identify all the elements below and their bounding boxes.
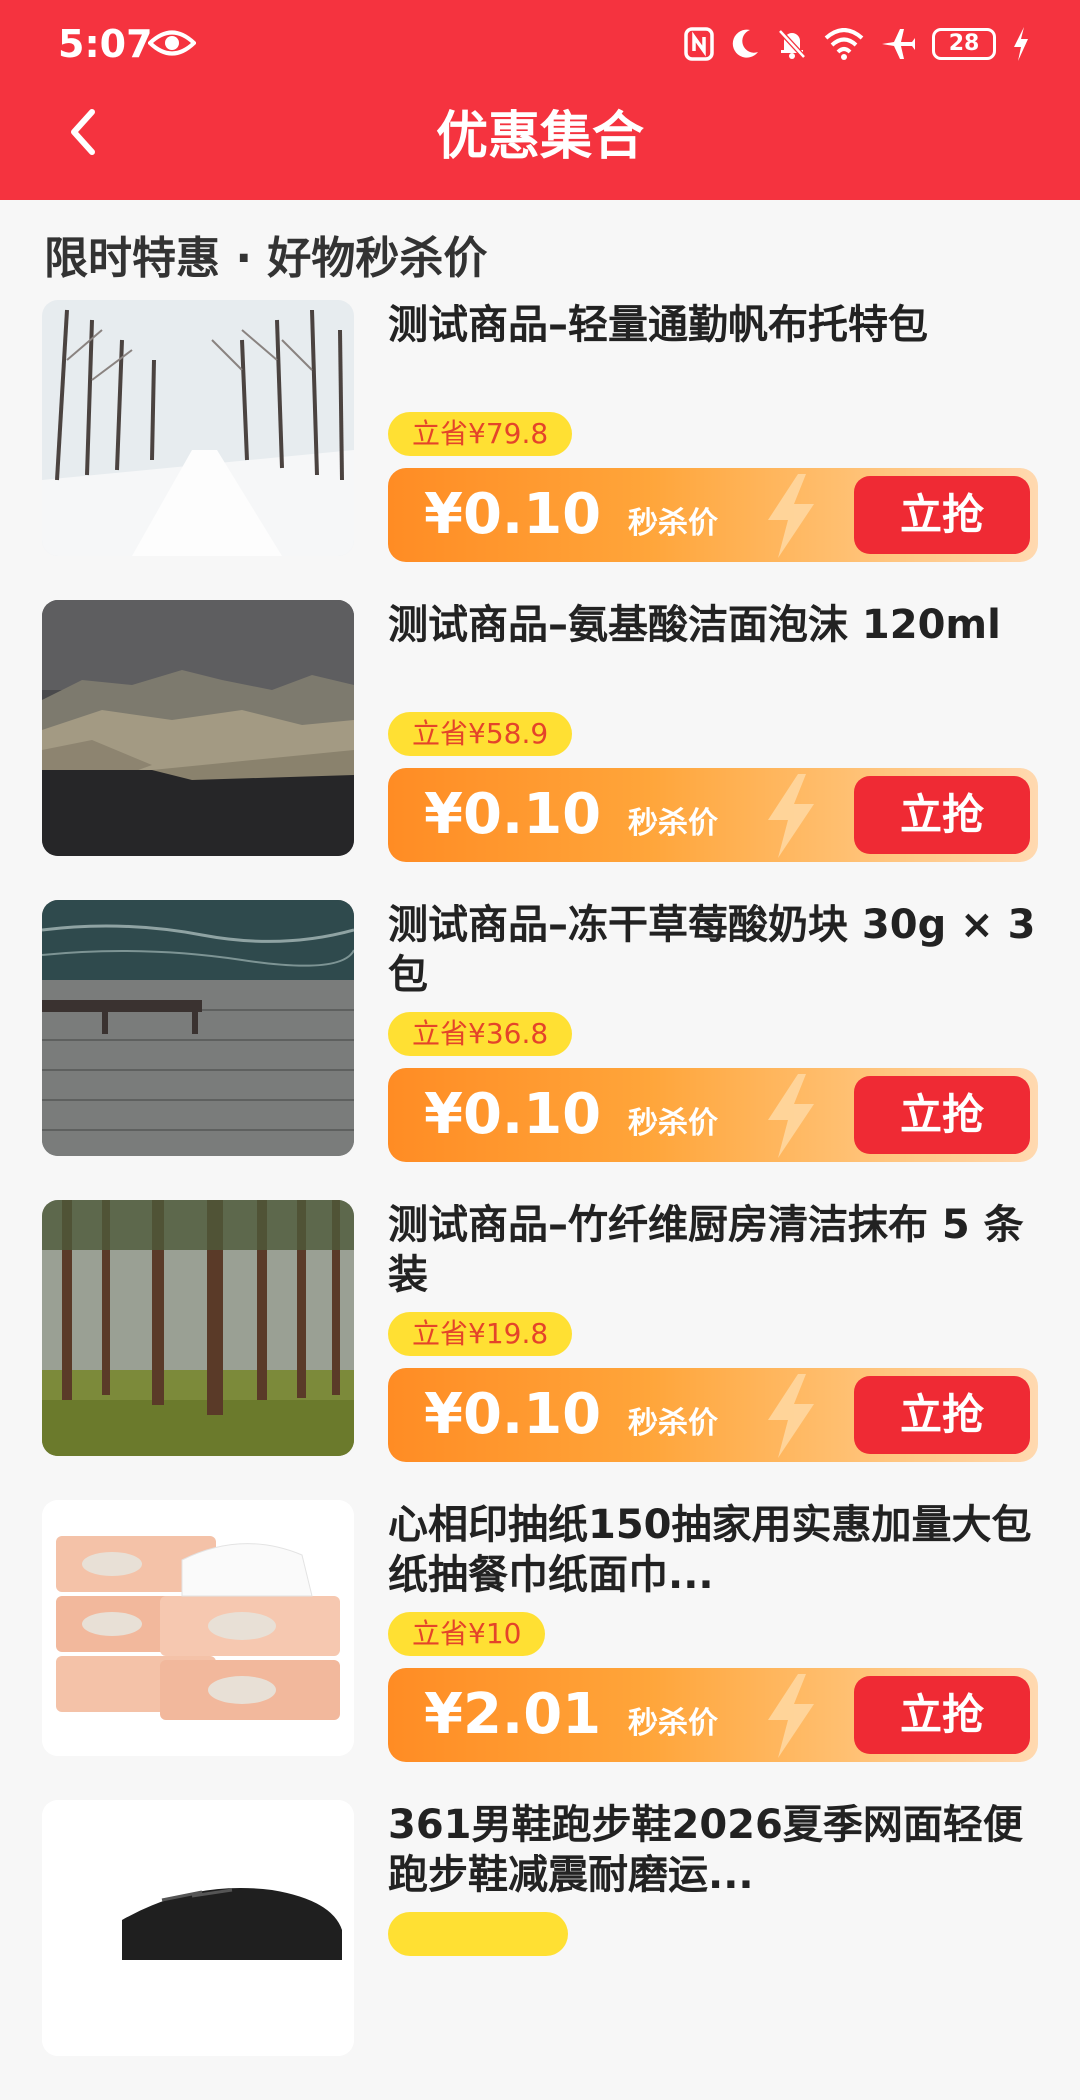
buy-now-button[interactable]: 立抢 [854, 1376, 1030, 1454]
wifi-icon [824, 28, 864, 60]
product-title[interactable]: 测试商品–竹纤维厨房清洁抹布 5 条装 [388, 1200, 1048, 1300]
product-image[interactable] [42, 300, 354, 556]
price-label: 秒杀价 [628, 1406, 718, 1441]
page-title: 优惠集合 [435, 107, 644, 167]
product-title[interactable]: 测试商品–轻量通勤帆布托特包 [388, 300, 1048, 350]
product-card[interactable]: 测试商品–冻干草莓酸奶块 30g × 3 包 立省¥36.8 ¥0.10 秒杀价… [0, 900, 1080, 1200]
price-bar[interactable]: ¥0.10 秒杀价 立抢 [388, 468, 1038, 562]
buy-now-button[interactable]: 立抢 [854, 1076, 1030, 1154]
product-title[interactable]: 测试商品–氨基酸洁面泡沫 120ml [388, 600, 1048, 650]
status-bar: 5:07 28 [0, 0, 1080, 90]
mute-bell-icon [778, 29, 806, 59]
flash-price: ¥0.10 [424, 782, 602, 847]
lightning-bolt-icon [768, 1674, 814, 1758]
product-card[interactable]: 测试商品–竹纤维厨房清洁抹布 5 条装 立省¥19.8 ¥0.10 秒杀价 立抢 [0, 1200, 1080, 1500]
product-card[interactable]: 心相印抽纸150抽家用实惠加量大包纸抽餐巾纸面巾... 立省¥10 ¥2.01 … [0, 1500, 1080, 1800]
lightning-bolt-icon [768, 474, 814, 558]
product-image[interactable] [42, 1500, 354, 1756]
app-header: 5:07 28 优惠集合 [0, 0, 1080, 200]
price-bar[interactable]: ¥0.10 秒杀价 立抢 [388, 1068, 1038, 1162]
lightning-bolt-icon [768, 774, 814, 858]
flash-price: ¥0.10 [424, 1082, 602, 1147]
product-image[interactable] [42, 1800, 354, 2056]
flash-price: ¥0.10 [424, 1382, 602, 1447]
lightning-bolt-icon [768, 1074, 814, 1158]
moon-icon [732, 29, 758, 58]
product-title[interactable]: 361男鞋跑步鞋2026夏季网面轻便跑步鞋减震耐磨运... [388, 1800, 1048, 1900]
product-card[interactable]: 测试商品–轻量通勤帆布托特包 立省¥79.8 ¥0.10 秒杀价 立抢 [0, 300, 1080, 600]
eye-icon [148, 30, 196, 56]
product-image[interactable] [42, 600, 354, 856]
flash-price: ¥0.10 [424, 482, 602, 547]
status-time: 5:07 [58, 22, 153, 66]
buy-now-button[interactable]: 立抢 [854, 1676, 1030, 1754]
buy-now-button[interactable]: 立抢 [854, 776, 1030, 854]
price-label: 秒杀价 [628, 806, 718, 841]
lightning-bolt-icon [768, 1374, 814, 1458]
price-label: 秒杀价 [628, 506, 718, 541]
airplane-icon [882, 29, 915, 59]
battery-indicator: 28 [932, 28, 996, 60]
product-image[interactable] [42, 1200, 354, 1456]
nav-bar: 优惠集合 [0, 90, 1080, 200]
product-card[interactable]: 361男鞋跑步鞋2026夏季网面轻便跑步鞋减震耐磨运... [0, 1800, 1080, 2100]
save-badge [388, 1912, 568, 1956]
flash-price: ¥2.01 [424, 1682, 602, 1747]
charging-icon [1014, 27, 1028, 61]
product-title[interactable]: 心相印抽纸150抽家用实惠加量大包纸抽餐巾纸面巾... [388, 1500, 1048, 1600]
price-bar[interactable]: ¥0.10 秒杀价 立抢 [388, 768, 1038, 862]
price-bar[interactable]: ¥2.01 秒杀价 立抢 [388, 1668, 1038, 1762]
price-label: 秒杀价 [628, 1706, 718, 1741]
save-badge: 立省¥58.9 [388, 712, 573, 756]
price-label: 秒杀价 [628, 1106, 718, 1141]
product-title[interactable]: 测试商品–冻干草莓酸奶块 30g × 3 包 [388, 900, 1048, 1000]
price-bar[interactable]: ¥0.10 秒杀价 立抢 [388, 1368, 1038, 1462]
product-image[interactable] [42, 900, 354, 1156]
product-card[interactable]: 测试商品–氨基酸洁面泡沫 120ml 立省¥58.9 ¥0.10 秒杀价 立抢 [0, 600, 1080, 900]
save-badge: 立省¥19.8 [388, 1312, 573, 1356]
save-badge: 立省¥79.8 [388, 412, 573, 456]
save-badge: 立省¥36.8 [388, 1012, 573, 1056]
section-title: 限时特惠 · 好物秒杀价 [44, 233, 488, 284]
buy-now-button[interactable]: 立抢 [854, 476, 1030, 554]
nfc-icon [684, 27, 714, 61]
save-badge: 立省¥10 [388, 1612, 546, 1656]
